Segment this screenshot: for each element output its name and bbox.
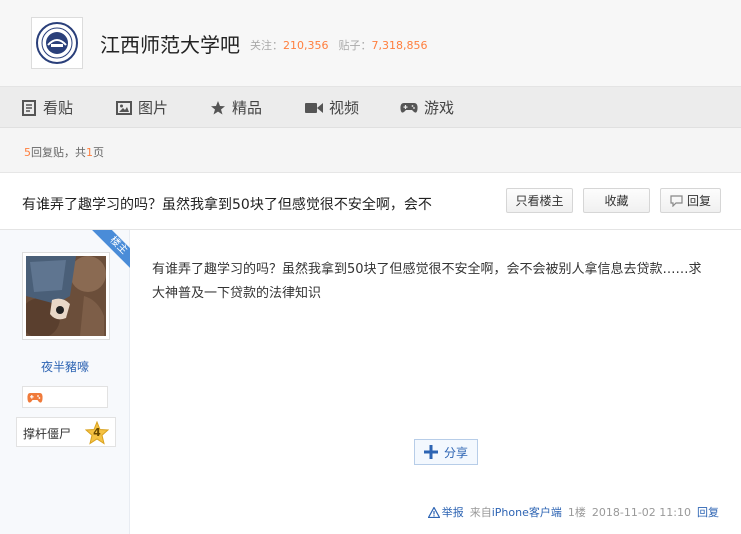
from-client-link[interactable]: iPhone客户端 [492, 504, 562, 520]
page-count-suffix: 页 [93, 146, 104, 159]
level-star-icon: 4 [84, 420, 110, 449]
nav-item-images[interactable]: 图片 [116, 87, 168, 128]
report-link[interactable]: 举报 [427, 504, 464, 520]
author-username[interactable]: 夜半豬嚎 [0, 358, 130, 375]
university-seal-icon [36, 22, 78, 64]
reply-button[interactable]: 回复 [660, 188, 721, 213]
post-tail: 举报 来自 iPhone客户端 1楼 2018-11-02 11:10 回复 [427, 504, 719, 520]
nav-item-games[interactable]: 游戏 [400, 87, 454, 128]
level-number: 4 [93, 426, 101, 439]
video-icon [305, 102, 323, 113]
post-content: 有谁弄了趣学习的吗？虽然我拿到50块了但感觉很不安全啊，会不会被别人拿信息去贷款… [152, 262, 702, 301]
author-badges [22, 386, 108, 408]
share-button[interactable]: 分享 [414, 439, 478, 465]
forum-stats: 关注：210,356 贴子：7,318,856 [250, 38, 427, 54]
follow-count: 210,356 [283, 39, 329, 52]
posts-count: 7,318,856 [371, 39, 428, 52]
forum-nav: 看贴 图片 精品 视频 游戏 [0, 86, 741, 128]
share-label: 分享 [443, 445, 468, 460]
thread-title-bar: 有谁弄了趣学习的吗？虽然我拿到50块了但感觉很不安全啊，会不 只看楼主 收藏 回… [0, 173, 741, 230]
favorite-button[interactable]: 收藏 [583, 188, 650, 213]
ribbon-label: 楼主 [90, 230, 130, 272]
thread-author-ribbon: 楼主 [88, 230, 130, 272]
author-sidebar: 夜半豬嚎 撑杆僵尸 4 楼主 [0, 230, 130, 534]
gamepad-badge-icon[interactable] [27, 391, 43, 405]
post-floor-1: 夜半豬嚎 撑杆僵尸 4 楼主 有谁弄了趣学习的吗？虽然我拿到50块了但感觉很不安… [0, 230, 741, 534]
post-reply-link[interactable]: 回复 [697, 504, 719, 520]
speech-bubble-icon [670, 194, 683, 207]
reply-count: 5 [24, 146, 31, 159]
nav-item-videos[interactable]: 视频 [305, 87, 359, 128]
floor-number: 1楼 [567, 506, 586, 519]
nav-item-posts[interactable]: 看贴 [21, 87, 73, 128]
page-count: 1 [86, 146, 93, 159]
nav-label: 游戏 [424, 99, 455, 117]
image-icon [116, 100, 132, 115]
post-timestamp: 2018-11-02 11:10 [591, 505, 691, 519]
report-label: 举报 [441, 506, 464, 519]
only-author-button[interactable]: 只看楼主 [506, 188, 573, 213]
nav-item-featured[interactable]: 精品 [210, 87, 262, 128]
level-name: 撑杆僵尸 [23, 427, 72, 441]
forum-logo[interactable] [31, 17, 83, 69]
reply-button-label: 回复 [686, 194, 711, 208]
reply-info-bar: 5回复贴，共1页 [0, 128, 741, 173]
thread-title: 有谁弄了趣学习的吗？虽然我拿到50块了但感觉很不安全啊，会不 [22, 197, 432, 213]
from-prefix: 来自 [469, 506, 492, 519]
gamepad-icon [400, 102, 418, 113]
star-icon [211, 100, 225, 114]
document-icon [22, 99, 36, 116]
follow-label: 关注： [250, 39, 283, 52]
reply-count-suffix: 回复贴，共 [31, 146, 86, 159]
reply-count-text: 5回复贴，共1页 [24, 144, 104, 160]
nav-label: 精品 [232, 99, 263, 117]
forum-name[interactable]: 江西师范大学吧 [100, 32, 240, 58]
author-level[interactable]: 撑杆僵尸 4 [16, 417, 116, 447]
forum-header: 江西师范大学吧 关注：210,356 贴子：7,318,856 [0, 0, 741, 86]
nav-label: 视频 [329, 99, 360, 117]
plus-icon [423, 445, 438, 459]
warning-icon [427, 506, 440, 518]
nav-label: 图片 [138, 99, 169, 117]
posts-label: 贴子： [338, 39, 372, 52]
nav-label: 看贴 [43, 99, 74, 117]
